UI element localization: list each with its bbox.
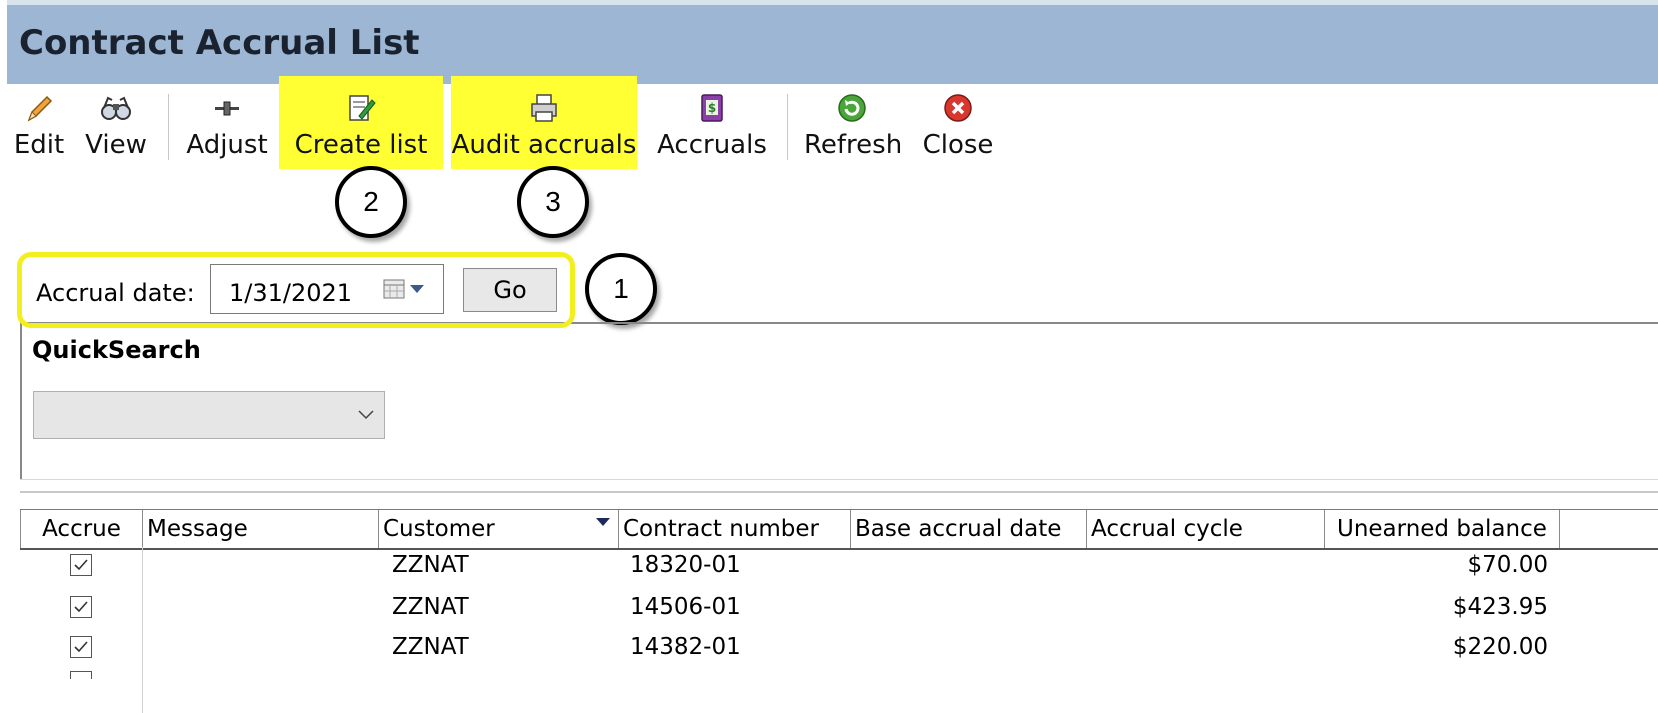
close-button[interactable]: Close bbox=[920, 84, 996, 177]
accruals-icon: $ bbox=[701, 94, 723, 122]
adjust-label: Adjust bbox=[186, 130, 268, 160]
balance-cell: $70.00 bbox=[1467, 552, 1548, 578]
close-label: Close bbox=[922, 130, 994, 160]
create-list-label: Create list bbox=[294, 130, 428, 160]
view-label: View bbox=[85, 130, 147, 160]
accruals-label: Accruals bbox=[657, 130, 767, 160]
toolbar: Edit View Adjust Create list Audit accru… bbox=[0, 76, 1658, 177]
view-button[interactable]: View bbox=[84, 84, 148, 177]
column-contract-number[interactable]: Contract number bbox=[618, 510, 850, 548]
column-unearned-balance[interactable]: Unearned balance bbox=[1324, 510, 1560, 548]
checkbox-checked-icon bbox=[74, 559, 88, 571]
accrual-grid: Accrue Message Customer Contract number … bbox=[20, 509, 1658, 713]
title-bar: Contract Accrual List bbox=[7, 0, 1658, 84]
quicksearch-select[interactable] bbox=[33, 391, 385, 439]
column-customer[interactable]: Customer bbox=[378, 510, 618, 548]
accruals-button[interactable]: $ Accruals bbox=[655, 84, 769, 177]
callout-3: 3 bbox=[517, 166, 589, 238]
audit-accruals-button[interactable]: Audit accruals bbox=[451, 76, 637, 169]
accrual-date-value: 1/31/2021 bbox=[229, 279, 353, 307]
table-row[interactable] bbox=[20, 669, 1658, 701]
window-title: Contract Accrual List bbox=[19, 23, 420, 63]
accrue-checkbox[interactable] bbox=[70, 554, 92, 576]
customer-cell: ZZNAT bbox=[392, 552, 469, 578]
table-row[interactable]: ZZNAT 18320-01 $70.00 bbox=[20, 549, 1658, 581]
chevron-down-icon bbox=[358, 410, 374, 420]
balance-cell: $423.95 bbox=[1452, 594, 1548, 620]
edit-label: Edit bbox=[13, 130, 65, 160]
accrue-checkbox[interactable] bbox=[70, 596, 92, 618]
contract-cell: 14382-01 bbox=[630, 634, 741, 660]
audit-accruals-label: Audit accruals bbox=[451, 130, 637, 160]
panel-border bbox=[20, 322, 22, 480]
toolbar-separator bbox=[168, 94, 169, 160]
grid-header: Accrue Message Customer Contract number … bbox=[20, 509, 1658, 550]
checkbox-checked-icon bbox=[74, 641, 88, 653]
table-row[interactable]: ZZNAT 14506-01 $423.95 bbox=[20, 591, 1658, 623]
customer-cell: ZZNAT bbox=[392, 594, 469, 620]
grid-divider bbox=[20, 491, 1658, 493]
column-accrue[interactable]: Accrue bbox=[20, 510, 142, 548]
accrue-checkbox[interactable] bbox=[70, 636, 92, 658]
toolbar-separator bbox=[787, 94, 788, 160]
accrual-date-label: Accrual date: bbox=[36, 279, 195, 307]
calendar-icon[interactable] bbox=[383, 279, 405, 299]
refresh-icon bbox=[838, 94, 866, 122]
customer-cell: ZZNAT bbox=[392, 634, 469, 660]
accrual-date-picker[interactable]: 1/31/2021 bbox=[210, 264, 444, 314]
pencil-icon bbox=[27, 95, 53, 122]
create-list-button[interactable]: Create list bbox=[279, 76, 443, 169]
adjust-icon bbox=[215, 101, 239, 116]
chevron-down-icon[interactable] bbox=[410, 285, 424, 293]
close-icon bbox=[944, 94, 972, 122]
contract-cell: 14506-01 bbox=[630, 594, 741, 620]
column-base-accrual-date[interactable]: Base accrual date bbox=[850, 510, 1086, 548]
edit-button[interactable]: Edit bbox=[10, 84, 68, 177]
go-button[interactable]: Go bbox=[463, 268, 557, 312]
printer-icon bbox=[531, 94, 557, 122]
adjust-button[interactable]: Adjust bbox=[184, 84, 270, 177]
callout-2: 2 bbox=[335, 166, 407, 238]
table-row[interactable]: ZZNAT 14382-01 $220.00 bbox=[20, 631, 1658, 663]
create-list-icon bbox=[349, 95, 376, 121]
contract-cell: 18320-01 bbox=[630, 552, 741, 578]
column-accrual-cycle[interactable]: Accrual cycle bbox=[1086, 510, 1324, 548]
binoculars-icon bbox=[101, 96, 131, 120]
balance-cell: $220.00 bbox=[1452, 634, 1548, 660]
checkbox-checked-icon bbox=[74, 601, 88, 613]
column-message[interactable]: Message bbox=[142, 510, 378, 548]
refresh-label: Refresh bbox=[804, 130, 903, 160]
quicksearch-label: QuickSearch bbox=[32, 336, 201, 364]
panel-divider bbox=[20, 479, 1658, 480]
refresh-button[interactable]: Refresh bbox=[804, 84, 903, 177]
svg-text:$: $ bbox=[708, 101, 716, 115]
callout-1: 1 bbox=[585, 253, 657, 325]
accrue-checkbox[interactable] bbox=[70, 671, 92, 679]
